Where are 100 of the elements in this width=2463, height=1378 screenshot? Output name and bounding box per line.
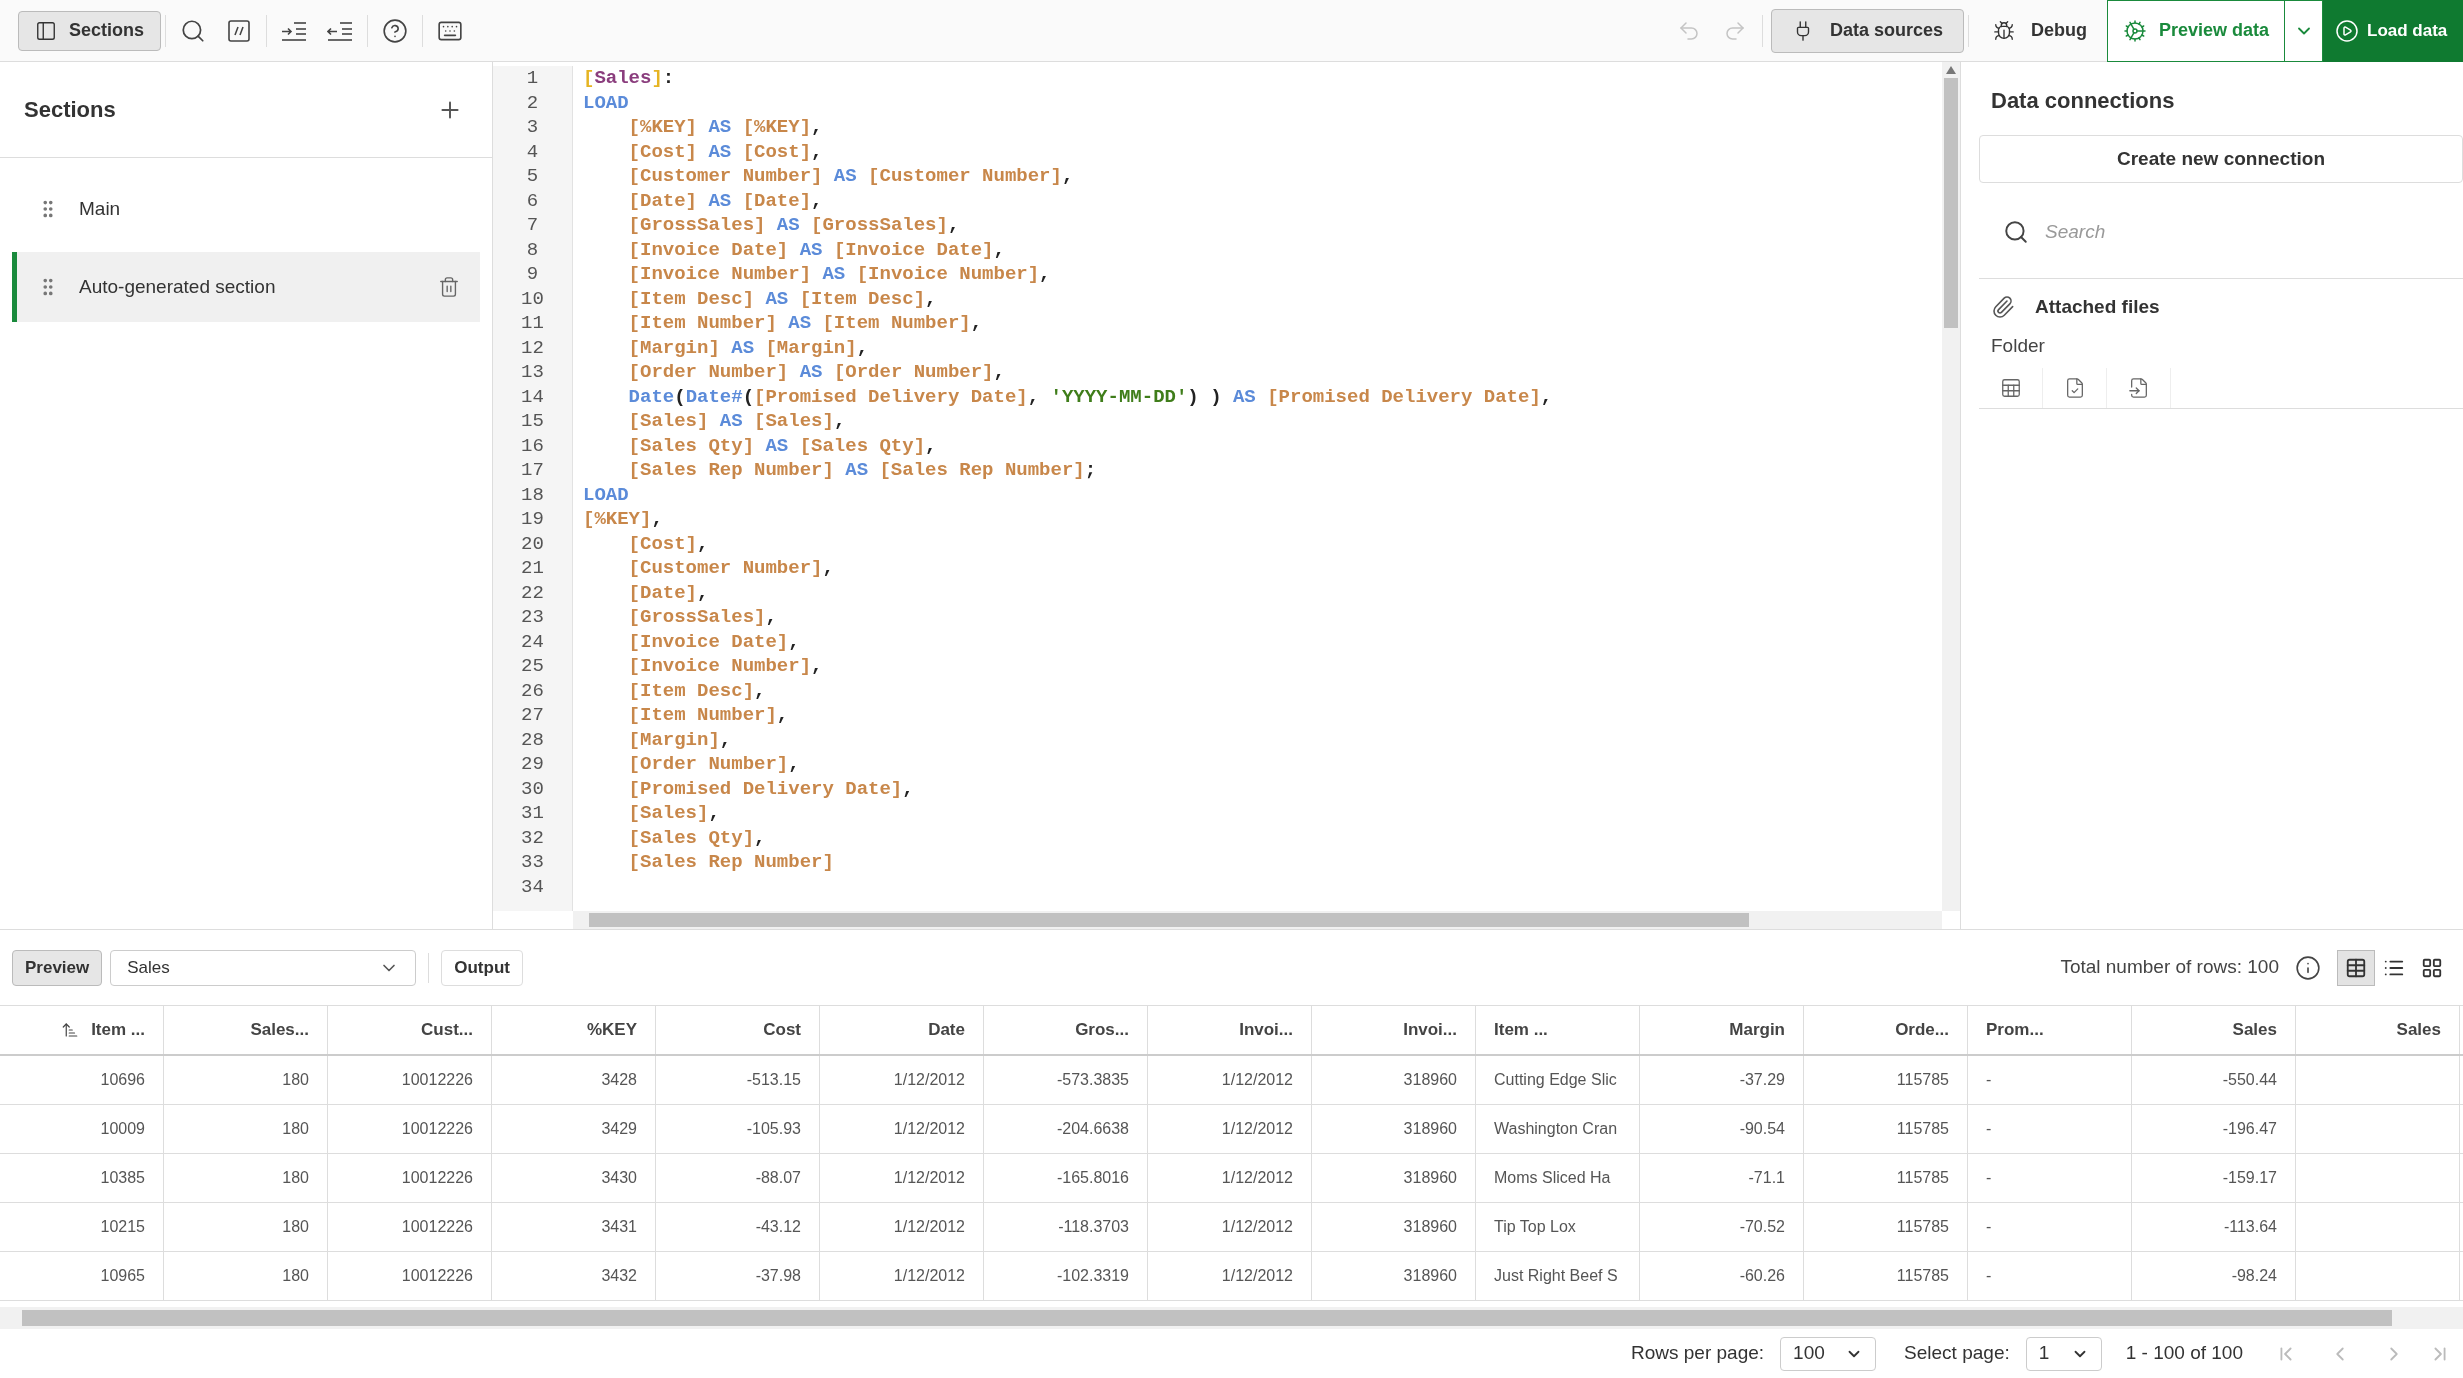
column-header[interactable]: Invoi...: [1148, 1006, 1312, 1054]
column-header[interactable]: %KEY: [492, 1006, 656, 1054]
line-number: 13: [520, 360, 545, 385]
line-number: 32: [520, 825, 545, 850]
table-view-button[interactable]: [2337, 949, 2375, 986]
column-header[interactable]: Prom...: [1968, 1006, 2132, 1054]
table-cell-text: -102.3319: [1056, 1266, 1129, 1286]
table-cell-text: -90.54: [1739, 1119, 1785, 1139]
table-select[interactable]: Sales: [110, 949, 417, 986]
table-cell-text: 1/12/2012: [893, 1119, 965, 1139]
table-cell-text: 115785: [1896, 1119, 1949, 1139]
table-cell-text: 10012226: [401, 1119, 473, 1139]
column-header[interactable]: Gros...: [984, 1006, 1148, 1054]
code-line: [Order Number] AS [Order Number],: [627, 361, 1005, 383]
column-header[interactable]: Sales: [2296, 1006, 2460, 1054]
preview-tab[interactable]: Preview: [12, 949, 103, 986]
grid-icon: [2421, 956, 2443, 979]
create-connection-button[interactable]: Create new connection: [1979, 135, 2463, 183]
code-line: [Sales Rep Number]: [627, 851, 834, 873]
table-cell-text: -98.24: [2231, 1266, 2277, 1286]
delete-icon[interactable]: [438, 276, 460, 298]
table-cell-text: 10385: [100, 1168, 145, 1188]
line-number: 9: [525, 262, 540, 287]
sort-icon: [61, 1021, 80, 1039]
code-line: [Item Number],: [627, 704, 789, 726]
table-cell-text: -88.07: [755, 1168, 801, 1188]
line-number: 8: [525, 237, 540, 262]
section-item[interactable]: Main: [12, 174, 480, 244]
table-cell-text: -37.29: [1739, 1070, 1785, 1090]
line-number: 3: [525, 115, 540, 140]
table-cell-text: 115785: [1896, 1217, 1949, 1237]
debug-button[interactable]: Debug: [1973, 8, 2107, 53]
table-cell-text: 10215: [100, 1217, 145, 1237]
table-cell-text: -37.98: [755, 1266, 801, 1286]
table-cell-text: 180: [282, 1070, 309, 1090]
column-header[interactable]: Item ...: [0, 1006, 164, 1054]
code-line: [Date] AS [Date],: [627, 189, 823, 212]
line-number: 1: [525, 66, 540, 91]
column-header[interactable]: Cost: [656, 1006, 820, 1054]
table-cell-text: 180: [282, 1217, 309, 1237]
table-icon: [2345, 956, 2367, 979]
table-cell-text: 115785: [1896, 1168, 1949, 1188]
table-cell-text: -105.93: [746, 1119, 801, 1139]
output-tab[interactable]: Output: [441, 949, 523, 986]
line-number: 25: [520, 654, 545, 679]
line-number: 26: [520, 678, 545, 703]
column-header[interactable]: Orde...: [1804, 1006, 1968, 1054]
table-cell-text: 3432: [601, 1266, 637, 1286]
select-page-label: Select page:: [1904, 1341, 2010, 1366]
table-cell-text: -113.64: [2223, 1217, 2277, 1237]
section-label: Main: [79, 196, 122, 221]
data-sources-button[interactable]: Data sources: [1770, 8, 1964, 53]
table-cell-text: 1/12/2012: [1221, 1119, 1293, 1139]
code-line: [Sales Qty],: [627, 826, 766, 849]
table-horizontal-scrollbar[interactable]: [0, 1307, 2463, 1329]
preview-data-button[interactable]: Preview data: [2107, 0, 2285, 62]
line-number: 6: [525, 188, 540, 213]
column-header[interactable]: Sales: [2132, 1006, 2296, 1054]
code-line: [%KEY],: [583, 508, 663, 530]
table-cell-text: 115785: [1896, 1070, 1949, 1090]
column-header[interactable]: Sales...: [164, 1006, 328, 1054]
table-cell-text: 1/12/2012: [893, 1217, 965, 1237]
scrollbar-thumb[interactable]: [22, 1310, 2392, 1326]
search-field[interactable]: Search: [2045, 211, 2463, 252]
column-header[interactable]: Item ...: [1476, 1006, 1640, 1054]
line-number: 14: [520, 384, 545, 409]
code-line: [Invoice Number] AS [Invoice Number],: [627, 263, 1051, 285]
column-header[interactable]: Margin: [1640, 1006, 1804, 1054]
column-header[interactable]: Date: [820, 1006, 984, 1054]
outdent-icon: [327, 19, 354, 42]
table-cell-text: 180: [282, 1168, 309, 1188]
table-cell-text: 10012226: [401, 1070, 473, 1090]
line-number: 11: [520, 311, 545, 336]
panel-icon: [35, 19, 57, 42]
section-item[interactable]: Auto-generated section: [12, 252, 480, 322]
code-line: [Item Desc],: [627, 679, 766, 702]
column-header[interactable]: Cust...: [328, 1006, 492, 1054]
rows-per-page-select[interactable]: 100: [1780, 1336, 1877, 1371]
horizontal-scrollbar[interactable]: [573, 911, 1942, 929]
sections-toggle-button[interactable]: Sections: [18, 10, 162, 51]
code-line: [Sales Qty] AS [Sales Qty],: [627, 434, 937, 457]
column-header[interactable]: Invoi...: [1312, 1006, 1476, 1054]
vertical-scrollbar[interactable]: [1942, 62, 1960, 911]
scrollbar-thumb[interactable]: [589, 913, 1749, 927]
line-number: 30: [520, 776, 545, 801]
folder-label: Folder: [1991, 333, 2046, 358]
scrollbar-thumb[interactable]: [1944, 78, 1958, 328]
load-data-button[interactable]: Load data: [2323, 0, 2463, 62]
code-line: [Invoice Number],: [627, 655, 823, 677]
line-number: 2: [525, 90, 540, 115]
table-cell-text: 10012226: [401, 1168, 473, 1188]
search-icon: [180, 17, 207, 44]
table-cell-text: Tip Top Lox: [1494, 1217, 1576, 1237]
section-label: Auto-generated section: [79, 274, 277, 299]
page-select[interactable]: 1: [2025, 1336, 2102, 1371]
line-number: 10: [520, 286, 545, 311]
indent-icon: [281, 19, 308, 42]
dropdown-caret-button[interactable]: [2285, 0, 2323, 62]
code-line: [Date],: [627, 581, 709, 604]
code-line: [GrossSales] AS [GrossSales],: [627, 214, 960, 236]
